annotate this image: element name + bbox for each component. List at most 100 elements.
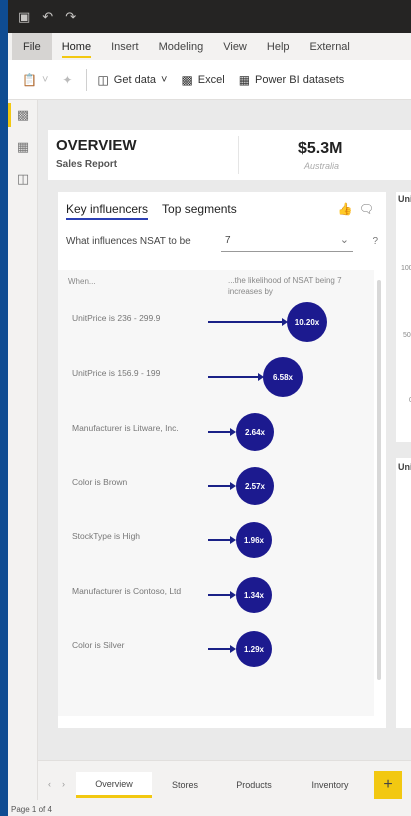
visual-title: Uni [398, 462, 411, 472]
page-tab-products[interactable]: Products [218, 772, 290, 798]
influencer-label: UnitPrice is 156.9 - 199 [72, 368, 161, 378]
right-visual-bottom[interactable]: Uni [396, 458, 411, 728]
get-data-label: Get data [113, 73, 156, 86]
header-card: OVERVIEW Sales Report $5.3M Australia [48, 130, 411, 180]
undo-icon[interactable]: ↶ [42, 10, 53, 23]
chevron-down-icon: ⌄ [339, 234, 349, 246]
page-tab-inventory[interactable]: Inventory [294, 772, 366, 798]
influencer-row[interactable]: UnitPrice is 236 - 299.9 10.20x [58, 300, 374, 344]
axis-tick: 100 [401, 265, 411, 272]
format-painter-button[interactable]: ✦ [62, 73, 72, 87]
column-header-when: When... [68, 277, 96, 286]
target-value-dropdown[interactable]: 7 ⌄ [221, 232, 353, 252]
view-rail: ▩ ▦ ◫ [8, 100, 38, 800]
tab-view[interactable]: View [213, 33, 257, 60]
thumbs-up-icon[interactable]: 👍 [338, 202, 353, 216]
tab-top-segments[interactable]: Top segments [162, 202, 237, 220]
page-count: Page 1 of 4 [11, 805, 52, 814]
excel-button[interactable]: ▩ Excel [181, 73, 224, 87]
model-view-icon[interactable]: ◫ [8, 164, 38, 194]
influence-bubble[interactable]: 1.29x [236, 631, 272, 667]
tab-external[interactable]: External [300, 33, 360, 60]
influencer-label: Color is Brown [72, 477, 128, 487]
ribbon-commands: 📋 ˅ ✦ ◫ Get data ˅ ▩ Excel ▦ Power BI dat… [8, 60, 411, 100]
power-bi-window: ▣ ↶ ↷ File Home Insert Modeling View Hel… [8, 0, 411, 816]
excel-label: Excel [197, 73, 225, 86]
influencer-row[interactable]: Manufacturer is Contoso, Ltd 1.34x [58, 573, 374, 617]
tab-help[interactable]: Help [257, 33, 300, 60]
page-tab-overview[interactable]: Overview [76, 772, 152, 798]
influencer-arrow-line [208, 321, 284, 323]
scrollbar[interactable] [377, 280, 381, 680]
influence-bubble[interactable]: 2.64x [236, 413, 274, 451]
right-visual-top[interactable]: Uni 100 50 0 [396, 192, 411, 442]
report-canvas: OVERVIEW Sales Report $5.3M Australia Ke… [38, 100, 411, 760]
page-title: OVERVIEW [56, 137, 137, 154]
influencer-label: Manufacturer is Litware, Inc. [72, 423, 179, 433]
prev-page-icon[interactable]: ‹ [48, 779, 51, 789]
question-label: What influences NSAT to be [66, 236, 191, 247]
tab-key-influencers[interactable]: Key influencers [66, 202, 149, 220]
datasets-label: Power BI datasets [255, 73, 345, 86]
tab-file[interactable]: File [12, 33, 52, 60]
divider [238, 136, 239, 174]
influence-bubble[interactable]: 1.34x [236, 577, 272, 613]
power-bi-datasets-button[interactable]: ▦ Power BI datasets [239, 73, 345, 87]
column-header-likelihood: ...the likelihood of NSAT being 7 increa… [228, 276, 342, 296]
ribbon-separator [86, 68, 88, 91]
dropdown-icon: ˅ [41, 73, 49, 86]
kpi-label: Australia [304, 161, 340, 171]
kpi-value: $5.3M [298, 140, 343, 157]
comment-icon[interactable]: 🗨 [359, 202, 374, 216]
brush-icon: ✦ [62, 72, 73, 87]
influencer-row[interactable]: StockType is High 1.96x [58, 518, 374, 562]
influencer-arrow-line [208, 539, 232, 541]
influence-bubble[interactable]: 2.57x [236, 467, 274, 505]
paste-button[interactable]: 📋 ˅ [22, 73, 48, 87]
visual-title: Uni [398, 194, 411, 204]
influencer-list: When... ...the likelihood of NSAT being … [58, 270, 374, 716]
influencer-row[interactable]: Manufacturer is Litware, Inc. 2.64x [58, 410, 374, 454]
database-icon: ◫ [97, 72, 109, 87]
influencer-label: UnitPrice is 236 - 299.9 [72, 313, 161, 323]
influencer-row[interactable]: UnitPrice is 156.9 - 199 6.58x [58, 355, 374, 399]
save-icon[interactable]: ▣ [18, 10, 30, 23]
dropdown-value: 7 [225, 235, 231, 246]
next-page-icon[interactable]: › [62, 779, 65, 789]
tab-insert[interactable]: Insert [101, 33, 149, 60]
tab-modeling[interactable]: Modeling [149, 33, 214, 60]
ribbon-tabs: File Home Insert Modeling View Help Exte… [8, 33, 411, 60]
influencer-arrow-line [208, 376, 260, 378]
key-influencers-visual[interactable]: Key influencers Top segments 👍 🗨 What in… [58, 192, 386, 728]
influence-bubble[interactable]: 10.20x [287, 302, 327, 342]
chevron-down-icon: ˅ [161, 73, 168, 86]
influencer-arrow-line [208, 648, 232, 650]
add-page-button[interactable]: + [374, 771, 402, 799]
page-tab-stores[interactable]: Stores [156, 772, 214, 798]
feedback-controls: 👍 🗨 [338, 202, 374, 216]
tab-home[interactable]: Home [52, 33, 101, 60]
help-icon[interactable]: ? [372, 236, 378, 247]
redo-icon[interactable]: ↷ [65, 10, 76, 23]
influencer-label: StockType is High [72, 531, 141, 541]
page-tabs-bar: ‹ › Overview Stores Products Inventory + [38, 760, 411, 804]
influencer-arrow-line [208, 594, 232, 596]
axis-tick: 50 [403, 332, 411, 339]
status-bar: Page 1 of 4 [8, 804, 411, 816]
influencer-label: Manufacturer is Contoso, Ltd [72, 586, 182, 596]
influence-bubble[interactable]: 1.96x [236, 522, 272, 558]
report-view-icon[interactable]: ▩ [8, 100, 38, 130]
clipboard-icon: 📋 [22, 72, 37, 87]
get-data-button[interactable]: ◫ Get data ˅ [97, 73, 167, 87]
influencer-row[interactable]: Color is Silver 1.29x [58, 627, 374, 671]
influencer-arrow-line [208, 431, 232, 433]
influencer-label: Color is Silver [72, 640, 125, 650]
page-subtitle: Sales Report [56, 159, 118, 170]
influencer-row[interactable]: Color is Brown 2.57x [58, 464, 374, 508]
datasets-icon: ▦ [238, 72, 251, 87]
title-bar: ▣ ↶ ↷ [8, 0, 411, 33]
influencer-arrow-line [208, 485, 232, 487]
excel-icon: ▩ [181, 72, 193, 87]
data-view-icon[interactable]: ▦ [8, 132, 38, 162]
influence-bubble[interactable]: 6.58x [263, 357, 303, 397]
